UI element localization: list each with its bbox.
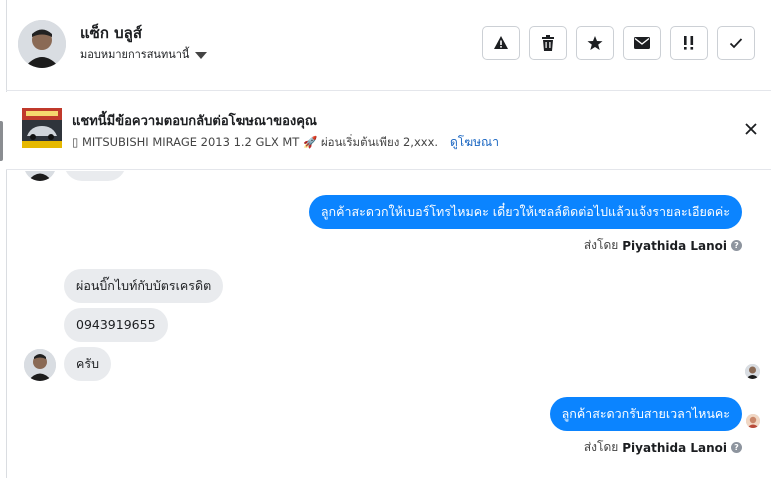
check-icon bbox=[729, 38, 743, 49]
sent-by-agent[interactable]: Piyathida Lanoi bbox=[622, 441, 727, 455]
star-icon bbox=[587, 36, 603, 50]
star-button[interactable] bbox=[576, 26, 614, 60]
mark-done-button[interactable] bbox=[717, 26, 755, 60]
banner-subtitle: ▯ MITSUBISHI MIRAGE 2013 1.2 GLX MT 🚀 ผ่… bbox=[72, 133, 499, 152]
sent-by-prefix: ส่งโดย bbox=[583, 440, 619, 454]
message-bubble-incoming: 0943919655 bbox=[64, 308, 168, 342]
ad-reply-banner: แชทนี้มีข้อความตอบกลับต่อโฆษณาของคุณ ▯ M… bbox=[6, 92, 771, 170]
close-icon[interactable] bbox=[743, 121, 759, 137]
message-bubble-outgoing: ลูกค้าสะดวกให้เบอร์โทรไหมคะ เดี๋ยวให้เซล… bbox=[308, 195, 742, 229]
info-icon[interactable]: ? bbox=[731, 442, 742, 453]
sent-by-agent[interactable]: Piyathida Lanoi bbox=[622, 239, 727, 253]
sent-by-label: ส่งโดย Piyathida Lanoi ? bbox=[584, 438, 742, 457]
follow-up-icon bbox=[684, 36, 694, 50]
agent-seen-avatar bbox=[746, 414, 760, 428]
sent-by-prefix: ส่งโดย bbox=[583, 238, 619, 252]
message-bubble-incoming-partial bbox=[64, 171, 126, 181]
follow-up-button[interactable] bbox=[670, 26, 708, 60]
conversation-header: แซ็ก บลูส์ มอบหมายการสนทนานี้ bbox=[6, 0, 771, 91]
mark-spam-button[interactable] bbox=[482, 26, 520, 60]
warning-icon bbox=[494, 36, 508, 49]
banner-title: แชทนี้มีข้อความตอบกลับต่อโฆษณาของคุณ bbox=[72, 114, 317, 129]
message-thread[interactable]: ลูกค้าสะดวกให้เบอร์โทรไหมคะ เดี๋ยวให้เซล… bbox=[6, 171, 771, 478]
trash-icon bbox=[542, 35, 554, 51]
mark-unread-button[interactable] bbox=[623, 26, 661, 60]
message-bubble-outgoing: ลูกค้าสะดวกรับสายเวลาไหนคะ bbox=[549, 397, 742, 431]
message-bubble-incoming: ครับ bbox=[64, 347, 112, 381]
info-icon[interactable]: ? bbox=[731, 240, 742, 251]
delete-button[interactable] bbox=[529, 26, 567, 60]
contact-avatar-small bbox=[24, 349, 56, 381]
header-actions bbox=[482, 26, 755, 60]
contact-avatar[interactable] bbox=[18, 20, 66, 68]
assign-conversation-dropdown[interactable]: มอบหมายการสนทนานี้ bbox=[80, 45, 208, 63]
sent-by-label: ส่งโดย Piyathida Lanoi ? bbox=[584, 236, 742, 255]
view-ad-link[interactable]: ดูโฆษณา bbox=[450, 133, 499, 152]
message-bubble-incoming: ผ่อนบิ๊กไบท์กับบัตรเครดิต bbox=[64, 269, 224, 303]
chevron-down-icon bbox=[195, 51, 208, 59]
contact-avatar-small bbox=[24, 171, 56, 181]
contact-name[interactable]: แซ็ก บลูส์ bbox=[80, 21, 142, 45]
seen-receipt-avatar bbox=[745, 364, 760, 379]
assign-label: มอบหมายการสนทนานี้ bbox=[80, 48, 190, 61]
ad-description: ▯ MITSUBISHI MIRAGE 2013 1.2 GLX MT 🚀 ผ่… bbox=[72, 135, 442, 149]
mail-icon bbox=[634, 37, 650, 49]
rail-scroll-marker bbox=[0, 121, 3, 161]
ad-thumbnail[interactable] bbox=[22, 108, 62, 148]
